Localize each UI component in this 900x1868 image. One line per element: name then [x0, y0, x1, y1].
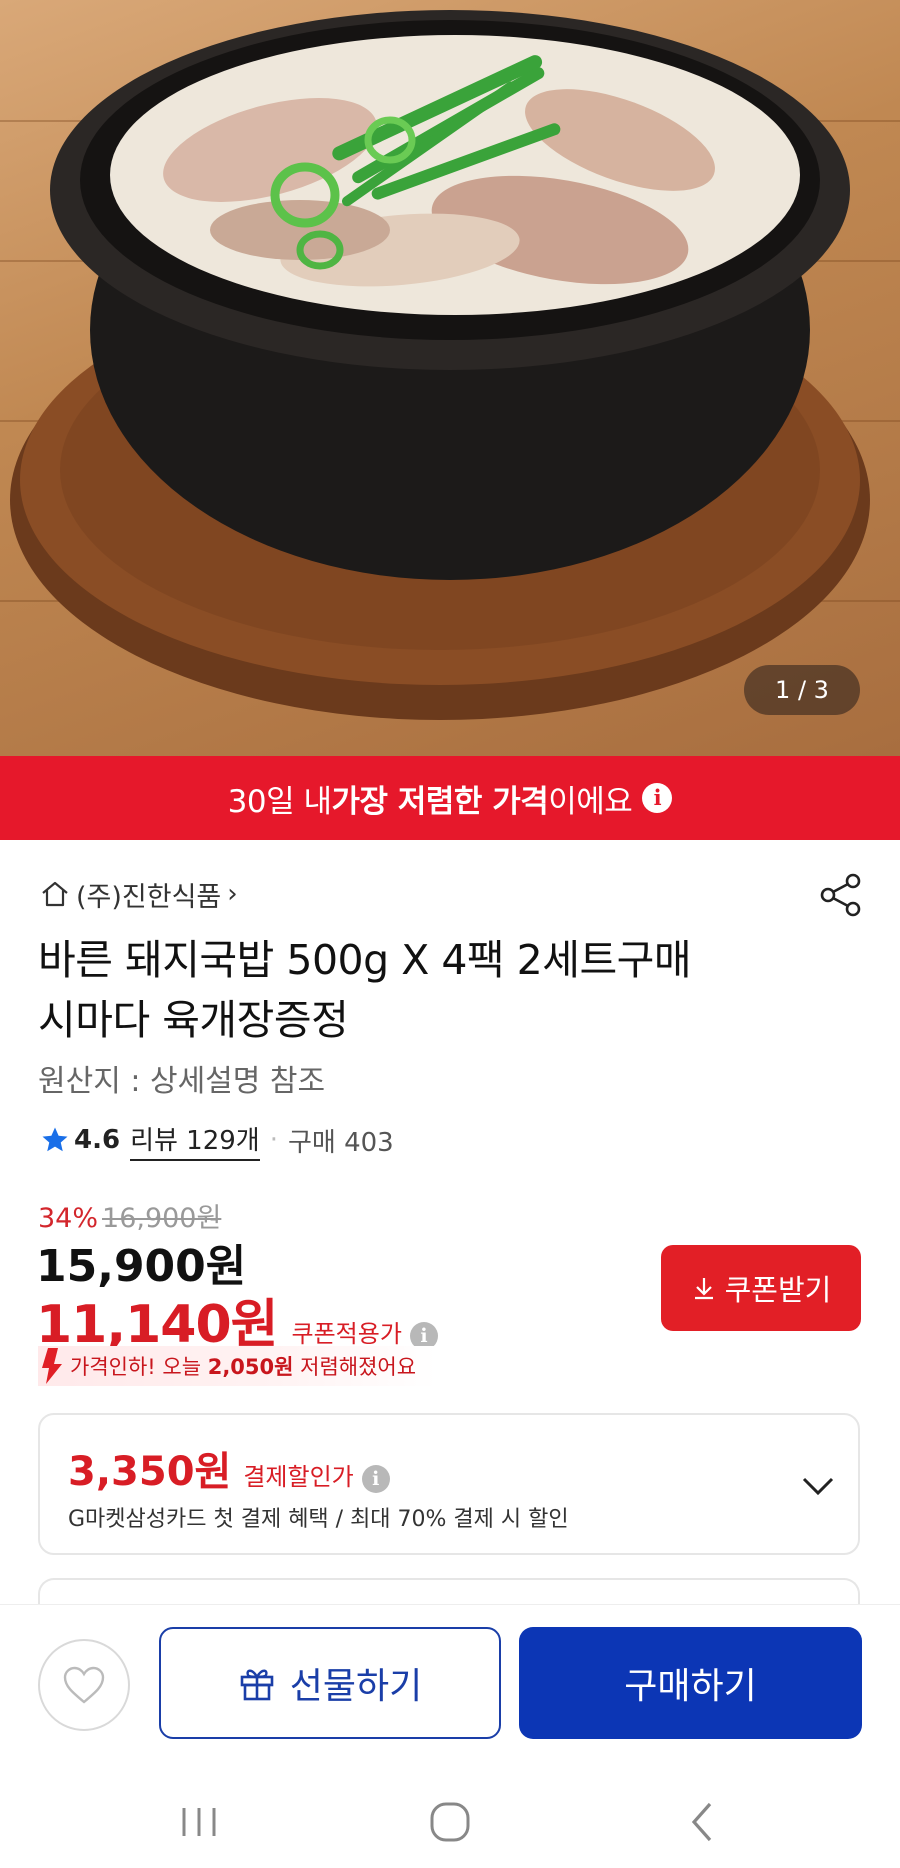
product-title-line2: 시마다 육개장증정 — [38, 996, 349, 1044]
counter-current: 1 — [775, 676, 791, 704]
wishlist-button[interactable] — [38, 1639, 130, 1731]
soup-bowl-illustration — [10, 10, 870, 720]
gift-label: 선물하기 — [289, 1666, 423, 1707]
info-icon[interactable]: i — [361, 1465, 390, 1493]
image-counter: 1 / 3 — [744, 665, 860, 715]
chevron-right-icon: › — [227, 879, 238, 909]
bottom-action-bar: 선물하기 구매하기 — [0, 1604, 900, 1777]
download-icon — [694, 1278, 713, 1300]
gift-button[interactable]: 선물하기 — [159, 1627, 501, 1739]
rating-row: 4.6 리뷰 129개 · 구매 403 — [40, 1118, 394, 1162]
seller-link[interactable]: (주)진한식품 › — [40, 874, 238, 914]
price-drop-suffix: 저렴해졌어요 — [293, 1355, 417, 1379]
product-image[interactable]: 1 / 3 — [0, 0, 900, 756]
rating-score: 4.6 — [74, 1125, 121, 1155]
price-drop-text: 가격인하! 오늘 2,050원 저렴해졌어요 — [70, 1351, 416, 1381]
coupon-price-label: 쿠폰적용가 — [291, 1320, 402, 1348]
gift-icon — [240, 1669, 274, 1701]
buy-label: 구매하기 — [624, 1666, 757, 1707]
system-navigation-bar — [0, 1776, 900, 1868]
review-count-link[interactable]: 리뷰 129개 — [130, 1120, 260, 1161]
payment-discount-label: 결제할인가 — [243, 1463, 354, 1491]
payment-discount-price: 3,350원 — [68, 1449, 232, 1495]
product-origin: 원산지 : 상세설명 참조 — [38, 1064, 326, 1099]
banner-highlight: 가장 저렴한 가격 — [331, 783, 549, 820]
recent-apps-icon[interactable] — [176, 1800, 222, 1844]
star-icon — [42, 1127, 68, 1152]
price-drop-prefix: 가격인하! 오늘 — [70, 1355, 208, 1379]
separator-dot: · — [269, 1125, 278, 1155]
get-coupon-label: 쿠폰받기 — [724, 1273, 832, 1307]
buy-button[interactable]: 구매하기 — [519, 1627, 862, 1739]
price-drop-notice: 가격인하! 오늘 2,050원 저렴해졌어요 — [38, 1346, 437, 1386]
seller-name: (주)진한식품 — [76, 881, 222, 913]
price-drop-amount: 2,050원 — [207, 1355, 294, 1379]
product-title-line1: 바른 돼지국밥 500g X 4팩 2세트구매 — [38, 936, 692, 984]
payment-benefit-description: G마켓삼성카드 첫 결제 혜택 / 최대 70% 결제 시 할인 — [68, 1507, 569, 1532]
counter-total: 3 — [813, 676, 829, 704]
counter-separator: / — [790, 676, 814, 704]
payment-discount-card[interactable]: 3,350원 결제할인가 i G마켓삼성카드 첫 결제 혜택 / 최대 70% … — [38, 1413, 860, 1555]
product-title: 바른 돼지국밥 500g X 4팩 2세트구매 시마다 육개장증정 — [38, 930, 798, 1050]
get-coupon-button[interactable]: 쿠폰받기 — [661, 1245, 861, 1331]
banner-prefix: 30일 내 — [227, 783, 332, 820]
banner-suffix: 이에요 — [548, 783, 633, 820]
lowest-price-banner[interactable]: 30일 내 가장 저렴한 가격 이에요 i — [0, 756, 900, 840]
payment-discount-price-row: 3,350원 결제할인가 i — [68, 1439, 390, 1497]
home-button-icon[interactable] — [427, 1800, 473, 1844]
purchase-count: 구매 403 — [287, 1127, 394, 1158]
heart-icon — [63, 1666, 105, 1704]
home-icon — [42, 881, 68, 907]
down-arrow-icon — [42, 1348, 62, 1384]
chevron-down-icon[interactable] — [800, 1471, 836, 1501]
info-icon[interactable]: i — [642, 783, 673, 813]
share-icon[interactable] — [818, 872, 864, 918]
back-icon[interactable] — [680, 1800, 726, 1844]
